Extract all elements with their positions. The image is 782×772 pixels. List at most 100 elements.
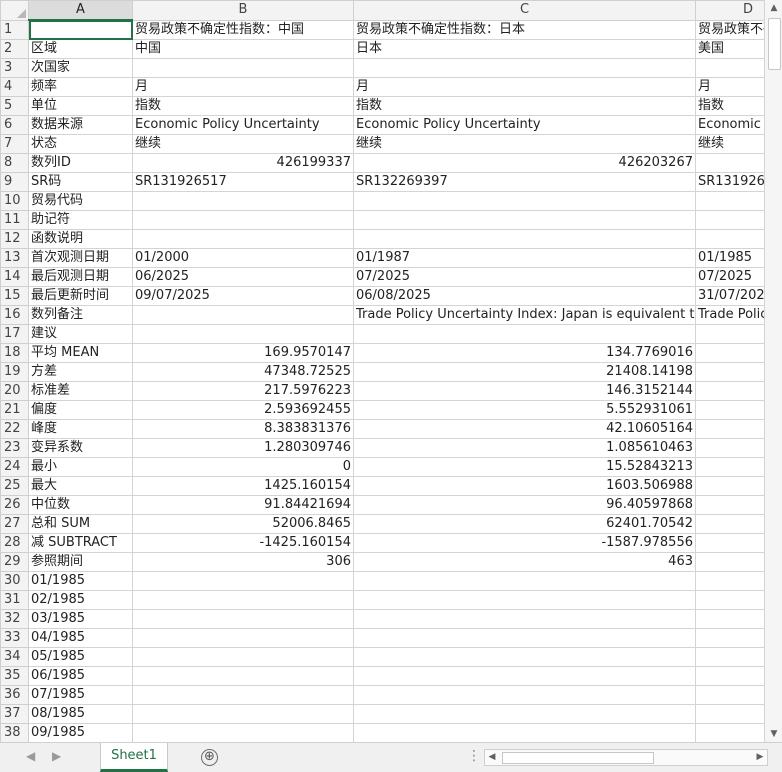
cell-a[interactable] — [28, 19, 133, 40]
row-header[interactable]: 9 — [0, 172, 29, 192]
cell-b[interactable] — [132, 324, 354, 344]
cell-a[interactable]: 标准差 — [28, 381, 133, 401]
prev-sheet-icon[interactable]: ◀ — [26, 749, 35, 763]
cell-c[interactable]: 06/08/2025 — [353, 286, 696, 306]
cell-a[interactable]: 最小 — [28, 457, 133, 477]
cell-c[interactable]: 1.085610463 — [353, 438, 696, 458]
cell-c[interactable]: 1603.506988 — [353, 476, 696, 496]
cell-b[interactable]: 09/07/2025 — [132, 286, 354, 306]
cell-d[interactable] — [695, 552, 764, 572]
row-header[interactable]: 31 — [0, 590, 29, 610]
cell-c[interactable] — [353, 191, 696, 211]
cell-b[interactable]: 306 — [132, 552, 354, 572]
cell-d[interactable] — [695, 476, 764, 496]
cell-c[interactable] — [353, 647, 696, 667]
cell-c[interactable] — [353, 685, 696, 705]
row-header[interactable]: 19 — [0, 362, 29, 382]
cell-c[interactable] — [353, 609, 696, 629]
row-header[interactable]: 11 — [0, 210, 29, 230]
scroll-left-arrow-icon[interactable]: ◀ — [485, 750, 499, 765]
cell-d[interactable] — [695, 153, 764, 173]
cell-c[interactable]: 01/1987 — [353, 248, 696, 268]
scroll-up-arrow-icon[interactable]: ▲ — [765, 0, 782, 16]
cell-b[interactable]: 06/2025 — [132, 267, 354, 287]
select-all-corner[interactable] — [0, 0, 29, 21]
row-header[interactable]: 24 — [0, 457, 29, 477]
cell-a[interactable]: 最后观测日期 — [28, 267, 133, 287]
cell-b[interactable] — [132, 647, 354, 667]
cell-c[interactable]: 月 — [353, 77, 696, 97]
cell-a[interactable]: 最大 — [28, 476, 133, 496]
cell-d[interactable]: 美国 — [695, 39, 764, 59]
row-header[interactable]: 38 — [0, 723, 29, 742]
cell-c[interactable]: 07/2025 — [353, 267, 696, 287]
cell-d[interactable] — [695, 514, 764, 534]
cell-a[interactable]: 总和 SUM — [28, 514, 133, 534]
cell-a[interactable]: 函数说明 — [28, 229, 133, 249]
cell-a[interactable]: 数列ID — [28, 153, 133, 173]
cell-c[interactable]: 42.10605164 — [353, 419, 696, 439]
cell-d[interactable] — [695, 324, 764, 344]
cell-d[interactable] — [695, 381, 764, 401]
cell-b[interactable]: -1425.160154 — [132, 533, 354, 553]
cell-c[interactable] — [353, 628, 696, 648]
row-header[interactable]: 10 — [0, 191, 29, 211]
cell-c[interactable] — [353, 704, 696, 724]
cell-d[interactable]: 07/2025 — [695, 267, 764, 287]
vertical-scroll-thumb[interactable] — [768, 18, 781, 70]
cell-b[interactable]: 指数 — [132, 96, 354, 116]
cell-d[interactable] — [695, 647, 764, 667]
cell-b[interactable] — [132, 666, 354, 686]
row-header[interactable]: 2 — [0, 39, 29, 59]
cell-d[interactable] — [695, 362, 764, 382]
add-sheet-icon[interactable]: ⊕ — [201, 749, 218, 766]
row-header[interactable]: 17 — [0, 324, 29, 344]
cell-b[interactable] — [132, 210, 354, 230]
cell-b[interactable] — [132, 305, 354, 325]
cell-d[interactable] — [695, 400, 764, 420]
cell-a[interactable]: 07/1985 — [28, 685, 133, 705]
cell-c[interactable] — [353, 723, 696, 742]
cell-c[interactable] — [353, 666, 696, 686]
row-header[interactable]: 20 — [0, 381, 29, 401]
cell-a[interactable]: 次国家 — [28, 58, 133, 78]
cell-d[interactable] — [695, 495, 764, 515]
cell-c[interactable]: 134.7769016 — [353, 343, 696, 363]
cell-d[interactable] — [695, 704, 764, 724]
cell-b[interactable]: 8.383831376 — [132, 419, 354, 439]
row-header[interactable]: 36 — [0, 685, 29, 705]
cell-c[interactable] — [353, 229, 696, 249]
cell-c[interactable] — [353, 571, 696, 591]
cell-b[interactable]: 91.84421694 — [132, 495, 354, 515]
cell-a[interactable]: 06/1985 — [28, 666, 133, 686]
cell-b[interactable]: 0 — [132, 457, 354, 477]
cell-a[interactable]: 频率 — [28, 77, 133, 97]
cell-d[interactable]: 31/07/2025 — [695, 286, 764, 306]
row-header[interactable]: 3 — [0, 58, 29, 78]
cell-a[interactable]: 单位 — [28, 96, 133, 116]
cell-d[interactable] — [695, 191, 764, 211]
row-header[interactable]: 37 — [0, 704, 29, 724]
row-header[interactable]: 14 — [0, 267, 29, 287]
row-header[interactable]: 1 — [0, 19, 29, 40]
scroll-down-arrow-icon[interactable]: ▼ — [765, 726, 782, 742]
horizontal-scroll-thumb[interactable] — [502, 752, 654, 764]
cell-d[interactable] — [695, 343, 764, 363]
cell-c[interactable]: 15.52843213 — [353, 457, 696, 477]
cell-a[interactable]: 03/1985 — [28, 609, 133, 629]
cell-b[interactable]: 426199337 — [132, 153, 354, 173]
cell-a[interactable]: 参照期间 — [28, 552, 133, 572]
cell-b[interactable]: 月 — [132, 77, 354, 97]
cell-b[interactable]: 47348.72525 — [132, 362, 354, 382]
cell-c[interactable]: 426203267 — [353, 153, 696, 173]
cell-b[interactable]: 1.280309746 — [132, 438, 354, 458]
spreadsheet-grid[interactable]: A B C D 1 贸易政策不确定性指数：中国 贸易政策不确定性指数：日本 贸易政策不… — [0, 0, 764, 742]
vertical-scrollbar[interactable]: ▲ ▼ — [764, 0, 782, 742]
cell-a[interactable]: SR码 — [28, 172, 133, 192]
cell-a[interactable]: 变异系数 — [28, 438, 133, 458]
cell-a[interactable]: 08/1985 — [28, 704, 133, 724]
cell-c[interactable]: 贸易政策不确定性指数：日本 — [353, 19, 696, 40]
cell-b[interactable] — [132, 685, 354, 705]
cell-b[interactable]: 2.593692455 — [132, 400, 354, 420]
column-header-c[interactable]: C — [353, 0, 696, 21]
